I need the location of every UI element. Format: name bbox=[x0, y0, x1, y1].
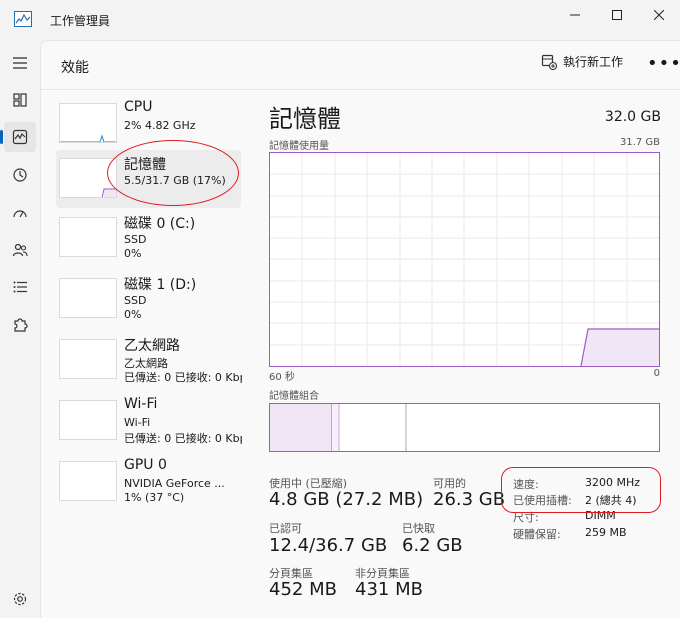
minimize-icon bbox=[570, 14, 580, 16]
resource-detail: SSD bbox=[124, 233, 147, 246]
slots-label: 已使用插槽: bbox=[513, 494, 572, 507]
nav-performance[interactable] bbox=[0, 122, 36, 152]
resource-item-memory[interactable]: 記憶體 5.5/31.7 GB (17%) bbox=[56, 150, 241, 208]
resource-usage: 0% bbox=[124, 247, 142, 260]
form-factor-value: DIMM bbox=[585, 509, 616, 522]
resource-usage: 1% (37 °C) bbox=[124, 491, 185, 504]
memory-title: 記憶體 bbox=[269, 105, 341, 133]
disk1-thumbnail bbox=[59, 278, 117, 318]
nav-settings[interactable] bbox=[4, 584, 36, 614]
content-panel: 效能 執行新工作 ••• CPU 2% 4.82 GHz 記憶體 5.5/31.… bbox=[40, 40, 680, 618]
gear-icon bbox=[13, 592, 27, 606]
resource-item-disk-0[interactable]: 磁碟 0 (C:) SSD 0% bbox=[56, 213, 241, 271]
nav-menu-button[interactable] bbox=[4, 48, 36, 78]
resource-detail: Wi-Fi bbox=[124, 416, 151, 429]
resource-name: 磁碟 1 (D:) bbox=[124, 277, 197, 293]
speedometer-icon bbox=[13, 210, 27, 218]
committed-value: 12.4/36.7 GB bbox=[269, 535, 388, 556]
resource-item-ethernet[interactable]: 乙太網路 乙太網路 已傳送: 0 已接收: 0 Kbps bbox=[56, 335, 242, 393]
cached-value: 6.2 GB bbox=[402, 535, 463, 556]
resource-name: 記憶體 bbox=[124, 157, 166, 173]
ethernet-thumbnail bbox=[59, 339, 117, 379]
resource-item-cpu[interactable]: CPU 2% 4.82 GHz bbox=[56, 99, 241, 157]
speed-label: 速度: bbox=[513, 478, 539, 491]
nav-users[interactable] bbox=[4, 235, 36, 265]
nav-app-history[interactable] bbox=[4, 160, 36, 190]
new-task-icon bbox=[541, 54, 557, 70]
page-title: 效能 bbox=[61, 60, 89, 76]
nav-processes[interactable] bbox=[4, 85, 36, 115]
resource-item-gpu[interactable]: GPU 0 NVIDIA GeForce ... 1% (37 °C) bbox=[56, 457, 241, 515]
task-manager-icon bbox=[14, 11, 32, 27]
disk0-thumbnail bbox=[59, 217, 117, 257]
more-options-button[interactable]: ••• bbox=[647, 53, 680, 74]
resource-usage: 已傳送: 0 已接收: 0 Kbps bbox=[124, 432, 242, 445]
resource-detail: 2% 4.82 GHz bbox=[124, 119, 196, 132]
graph-axis-right: 0 bbox=[653, 368, 660, 379]
resource-name: 乙太網路 bbox=[124, 338, 180, 354]
history-icon bbox=[13, 168, 27, 182]
resource-detail: SSD bbox=[124, 294, 147, 307]
in-use-value: 4.8 GB (27.2 MB) bbox=[269, 489, 424, 510]
minimize-button[interactable] bbox=[552, 0, 598, 30]
close-icon bbox=[654, 10, 664, 20]
hamburger-icon bbox=[13, 57, 27, 69]
wifi-thumbnail bbox=[59, 400, 117, 440]
processes-icon bbox=[13, 93, 27, 107]
cached-label: 已快取 bbox=[402, 522, 435, 535]
resource-detail: NVIDIA GeForce ... bbox=[124, 477, 225, 490]
committed-label: 已認可 bbox=[269, 522, 302, 535]
window-title: 工作管理員 bbox=[50, 14, 111, 28]
resource-usage: 0% bbox=[124, 308, 142, 321]
nav-services[interactable] bbox=[4, 310, 36, 340]
available-value: 26.3 GB bbox=[433, 489, 506, 510]
memory-usage-graph bbox=[269, 152, 660, 367]
memory-composition-bar bbox=[269, 403, 660, 452]
hardware-reserved-label: 硬體保留: bbox=[513, 528, 561, 541]
users-icon bbox=[12, 243, 28, 257]
resource-name: Wi-Fi bbox=[124, 396, 158, 412]
nav-startup-apps[interactable] bbox=[4, 198, 36, 228]
title-bar: 工作管理員 bbox=[0, 0, 680, 40]
usage-graph-label: 記憶體使用量 bbox=[269, 141, 329, 152]
close-button[interactable] bbox=[636, 0, 680, 30]
hardware-reserved-value: 259 MB bbox=[585, 526, 627, 539]
usage-graph-max: 31.7 GB bbox=[619, 137, 660, 148]
graph-axis-left: 60 秒 bbox=[269, 372, 295, 383]
composition-label: 記憶體組合 bbox=[269, 391, 319, 402]
paged-pool-value: 452 MB bbox=[269, 579, 337, 600]
resource-detail: 5.5/31.7 GB (17%) bbox=[124, 174, 226, 187]
memory-total: 32.0 GB bbox=[604, 109, 661, 125]
resource-item-wifi[interactable]: Wi-Fi Wi-Fi 已傳送: 0 已接收: 0 Kbps bbox=[56, 396, 242, 454]
maximize-icon bbox=[612, 10, 622, 20]
gpu-thumbnail bbox=[59, 461, 117, 501]
memory-thumbnail bbox=[59, 158, 117, 198]
nav-details[interactable] bbox=[4, 272, 36, 302]
nonpaged-pool-value: 431 MB bbox=[355, 579, 423, 600]
maximize-button[interactable] bbox=[594, 0, 640, 30]
nav-rail bbox=[0, 40, 40, 618]
form-factor-label: 尺寸: bbox=[513, 511, 539, 524]
slots-value: 2 (總共 4) bbox=[585, 494, 637, 507]
resource-name: CPU bbox=[124, 99, 153, 115]
header-divider bbox=[41, 89, 680, 90]
speed-value: 3200 MHz bbox=[585, 476, 641, 489]
run-new-task-button[interactable]: 執行新工作 bbox=[541, 53, 623, 70]
usage-graph-svg bbox=[270, 153, 659, 367]
cpu-thumbnail bbox=[59, 103, 117, 143]
run-new-task-label: 執行新工作 bbox=[563, 55, 624, 69]
resource-name: GPU 0 bbox=[124, 457, 167, 473]
list-icon bbox=[13, 281, 27, 293]
resource-usage: 已傳送: 0 已接收: 0 Kbps bbox=[124, 371, 242, 384]
resource-name: 磁碟 0 (C:) bbox=[124, 216, 196, 232]
resource-item-disk-1[interactable]: 磁碟 1 (D:) SSD 0% bbox=[56, 274, 241, 332]
puzzle-icon bbox=[14, 318, 28, 332]
performance-icon bbox=[12, 129, 28, 145]
